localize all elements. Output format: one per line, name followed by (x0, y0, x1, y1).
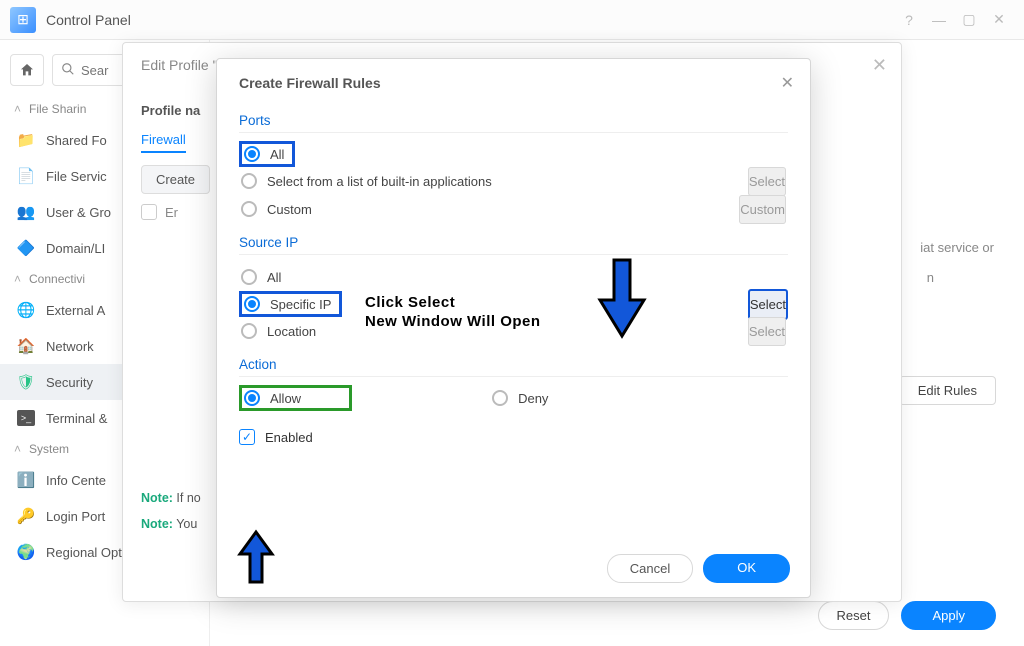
dialog-title: Create Firewall Rules (239, 75, 788, 91)
source-section-head: Source IP (239, 235, 788, 255)
location-select-button: Select (748, 317, 786, 346)
close-icon[interactable]: ✕ (781, 73, 794, 93)
cancel-button[interactable]: Cancel (607, 554, 693, 583)
radio-source-location[interactable] (241, 323, 257, 339)
radio-ports-list[interactable] (241, 173, 257, 189)
titlebar: ⊞ Control Panel ? — ▢ ✕ (0, 0, 1024, 40)
radio-action-deny[interactable] (492, 390, 508, 406)
radio-ports-all[interactable] (244, 146, 260, 162)
radio-source-specific[interactable] (244, 296, 260, 312)
close-icon[interactable]: ✕ (872, 55, 887, 76)
login-icon: 🔑 (16, 506, 36, 526)
chevron-up-icon: ˄ (14, 102, 21, 116)
action-section-head: Action (239, 357, 788, 377)
network-icon: 🏠 (16, 336, 36, 356)
window-title: Control Panel (46, 12, 131, 28)
radio-source-all[interactable] (241, 269, 257, 285)
chevron-up-icon: ˄ (14, 272, 21, 286)
radio-action-allow[interactable] (244, 390, 260, 406)
users-icon: 👥 (16, 202, 36, 222)
search-icon (61, 62, 75, 79)
ports-custom-button: Custom (739, 195, 786, 224)
highlight-box: All (239, 141, 295, 167)
region-icon: 🌍 (16, 542, 36, 562)
highlight-box: Specific IP (239, 291, 342, 317)
ports-section-head: Ports (239, 113, 788, 133)
radio-ports-custom[interactable] (241, 201, 257, 217)
enabled-checkbox[interactable]: ✓ (239, 429, 255, 445)
close-icon[interactable]: ✕ (984, 5, 1014, 35)
edit-rules-button[interactable]: Edit Rules (899, 376, 996, 405)
shield-icon: 🛡 (16, 372, 36, 392)
note-label: Note: (141, 517, 173, 531)
enabled-label: Enabled (265, 430, 313, 445)
home-button[interactable] (10, 54, 44, 86)
home-icon (19, 62, 35, 78)
note-label: Note: (141, 491, 173, 505)
domain-icon: 🔷 (16, 238, 36, 258)
checkbox[interactable] (141, 204, 157, 220)
folder-icon: 📁 (16, 130, 36, 150)
create-button[interactable]: Create (141, 165, 210, 194)
bg-text: iat service or n (920, 240, 994, 285)
source-select-button[interactable]: Select (748, 289, 788, 320)
ok-button[interactable]: OK (703, 554, 790, 583)
highlight-box-green: Allow (239, 385, 352, 411)
globe-icon: 🌐 (16, 300, 36, 320)
control-panel-icon: ⊞ (10, 7, 36, 33)
apply-button[interactable]: Apply (901, 601, 996, 630)
maximize-icon[interactable]: ▢ (954, 5, 984, 35)
file-icon: 📄 (16, 166, 36, 186)
help-icon[interactable]: ? (894, 5, 924, 35)
info-icon: ℹ️ (16, 470, 36, 490)
minimize-icon[interactable]: — (924, 5, 954, 35)
ports-select-button: Select (748, 167, 786, 196)
chevron-up-icon: ˄ (14, 442, 21, 456)
reset-button[interactable]: Reset (818, 601, 890, 630)
firewall-tab[interactable]: Firewall (141, 132, 186, 153)
terminal-icon: >_ (16, 408, 36, 428)
create-firewall-rules-dialog: ✕ Create Firewall Rules Ports All Select… (216, 58, 811, 598)
